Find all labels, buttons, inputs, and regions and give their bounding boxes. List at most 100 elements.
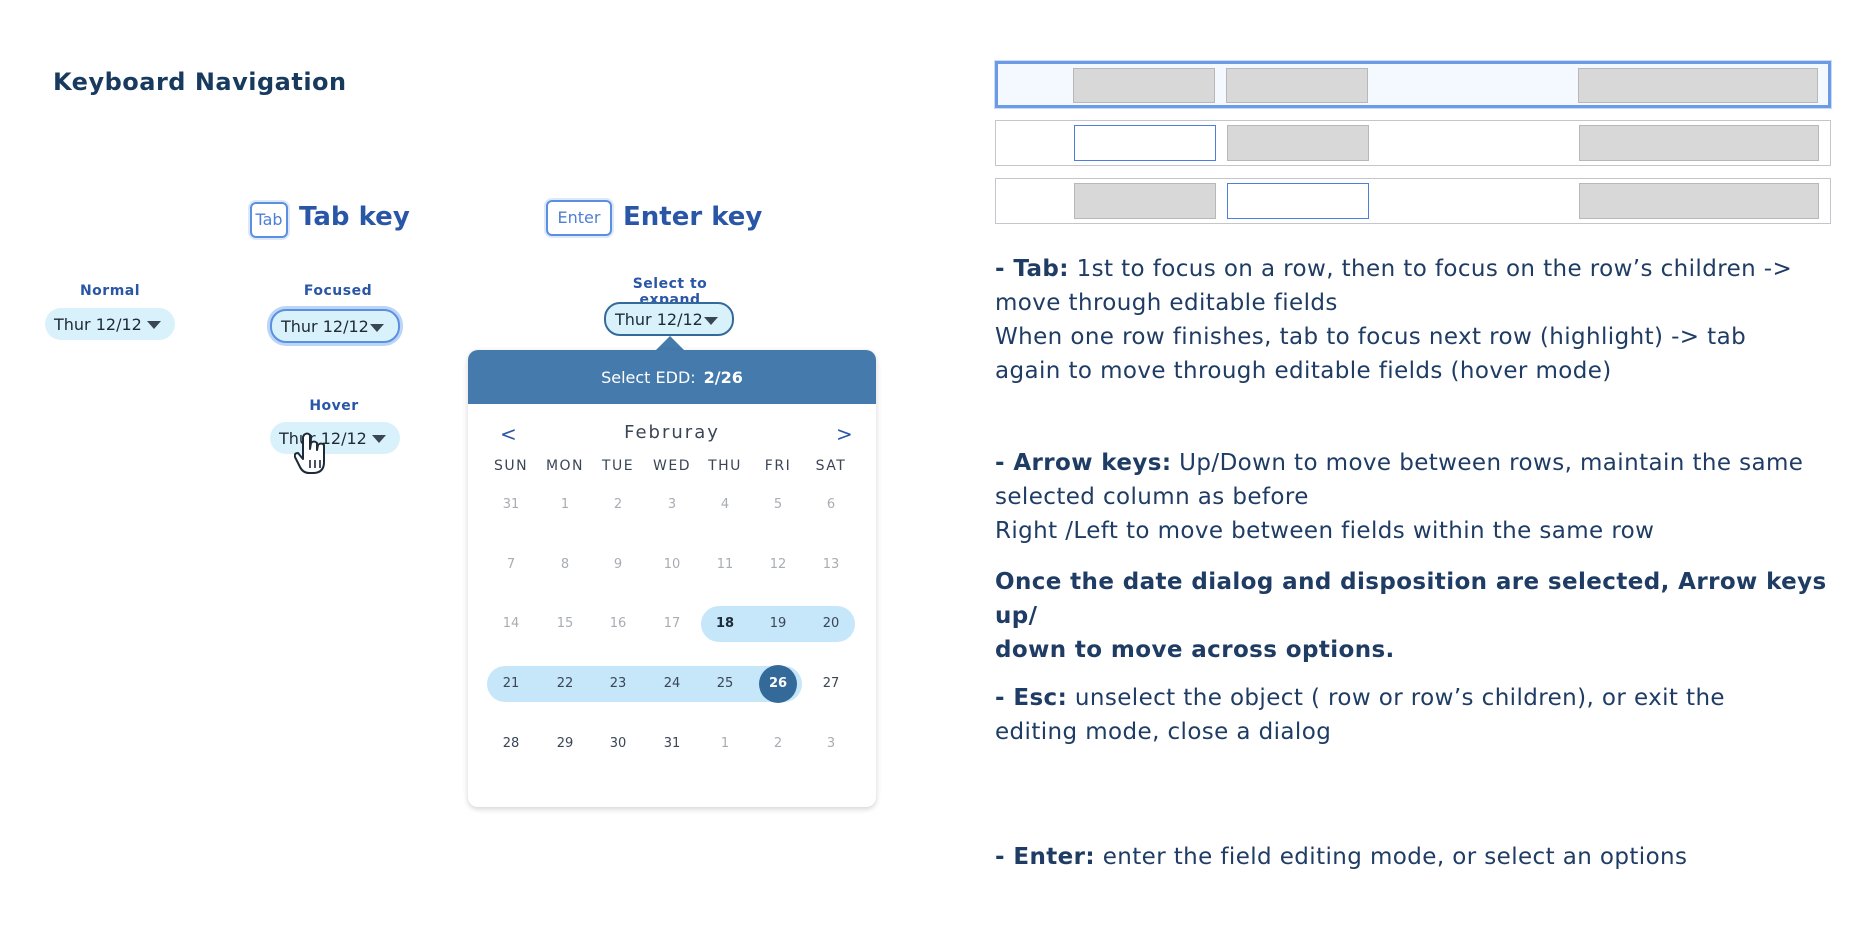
hover-state-label: Hover bbox=[309, 398, 359, 414]
tab-key-note: - Tab: 1st to focus on a row, then to fo… bbox=[995, 252, 1845, 388]
calendar-day[interactable]: 4 bbox=[706, 486, 744, 524]
note-key: - Enter: bbox=[995, 844, 1095, 870]
calendar-day[interactable]: 18 bbox=[706, 605, 744, 643]
calendar-day[interactable]: 30 bbox=[599, 725, 637, 763]
hover-date-dropdown[interactable]: Thur 12/12 bbox=[270, 422, 400, 454]
month-label: Februray bbox=[624, 422, 720, 443]
row-cell-focused[interactable] bbox=[1074, 125, 1216, 161]
calendar-day[interactable]: 16 bbox=[599, 605, 637, 643]
caret-down-icon bbox=[704, 317, 718, 325]
date-picker-dialog: Select EDD: 2/26 < Februray > SUN MON TUE W… bbox=[468, 350, 876, 807]
month-navigation: < Februray > bbox=[468, 418, 876, 448]
note-line: - Tab: 1st to focus on a row, then to fo… bbox=[995, 252, 1845, 286]
calendar-day[interactable]: 7 bbox=[492, 546, 530, 584]
note-line: selected column as before bbox=[995, 484, 1309, 510]
select-edd-value: 2/26 bbox=[703, 367, 743, 387]
calendar-day[interactable]: 31 bbox=[653, 725, 691, 763]
calendar-day[interactable]: 22 bbox=[546, 665, 584, 703]
calendar-day[interactable]: 3 bbox=[812, 725, 850, 763]
calendar-day[interactable]: 23 bbox=[599, 665, 637, 703]
note-line: Once the date dialog and disposition are… bbox=[995, 569, 1827, 629]
caret-down-icon bbox=[372, 435, 386, 443]
calendar-day[interactable]: 21 bbox=[492, 665, 530, 703]
note-key: - Arrow keys: bbox=[995, 450, 1172, 476]
enter-keycap-label: Enter bbox=[557, 208, 601, 227]
note-line: When one row finishes, tab to focus next… bbox=[995, 324, 1747, 350]
caret-down-icon bbox=[147, 321, 161, 329]
calendar-day[interactable]: 9 bbox=[599, 546, 637, 584]
focused-date-dropdown[interactable]: Thur 12/12 bbox=[270, 309, 400, 343]
dropdown-value: Thur 12/12 bbox=[615, 309, 703, 329]
calendar-day[interactable]: 8 bbox=[546, 546, 584, 584]
row-cell[interactable] bbox=[1226, 68, 1368, 103]
calendar-day[interactable]: 17 bbox=[653, 605, 691, 643]
weekday-label: MON bbox=[545, 458, 585, 474]
dropdown-value: Thur 12/12 bbox=[281, 316, 369, 336]
date-picker-header: Select EDD: 2/26 bbox=[468, 350, 876, 404]
note-line: down to move across options. bbox=[995, 637, 1395, 663]
calendar-day[interactable]: 26 bbox=[759, 665, 797, 703]
enter-key-note: - Enter: enter the field editing mode, o… bbox=[995, 840, 1845, 874]
calendar-day[interactable]: 31 bbox=[492, 486, 530, 524]
next-month-chevron-icon[interactable]: > bbox=[836, 422, 853, 446]
select-edd-label: Select EDD: bbox=[601, 367, 696, 387]
note-line: - Enter: enter the field editing mode, o… bbox=[995, 840, 1845, 874]
page-title: Keyboard Navigation bbox=[53, 68, 347, 96]
note-line: Right /Left to move between fields withi… bbox=[995, 518, 1655, 544]
calendar-day[interactable]: 6 bbox=[812, 486, 850, 524]
expand-date-dropdown[interactable]: Thur 12/12 bbox=[604, 302, 734, 336]
calendar-day[interactable]: 27 bbox=[812, 665, 850, 703]
calendar-day[interactable]: 2 bbox=[599, 486, 637, 524]
row-cell[interactable] bbox=[1578, 68, 1818, 103]
calendar-day[interactable]: 20 bbox=[812, 605, 850, 643]
table-row-focused[interactable] bbox=[995, 61, 1831, 108]
calendar-day[interactable]: 15 bbox=[546, 605, 584, 643]
calendar-day[interactable]: 11 bbox=[706, 546, 744, 584]
calendar-day[interactable]: 28 bbox=[492, 725, 530, 763]
note-line: - Esc: unselect the object ( row or row’… bbox=[995, 681, 1845, 715]
note-line: move through editable fields bbox=[995, 290, 1338, 316]
weekday-label: THU bbox=[708, 458, 742, 474]
note-text: 1st to focus on a row, then to focus on … bbox=[1068, 256, 1793, 282]
calendar-day[interactable]: 1 bbox=[706, 725, 744, 763]
calendar-day[interactable]: 3 bbox=[653, 486, 691, 524]
esc-key-note: - Esc: unselect the object ( row or row’… bbox=[995, 681, 1845, 749]
row-cell[interactable] bbox=[1074, 183, 1216, 219]
note-key: - Tab: bbox=[995, 256, 1069, 282]
focused-state-label: Focused bbox=[303, 283, 373, 299]
tab-keycap-label: Tab bbox=[255, 210, 283, 229]
note-line: again to move through editable fields (h… bbox=[995, 358, 1612, 384]
note-line: - Arrow keys: Up/Down to move between ro… bbox=[995, 446, 1845, 480]
row-cell-focused[interactable] bbox=[1227, 183, 1369, 219]
enter-keycap-icon: Enter bbox=[546, 200, 612, 236]
arrow-keys-options-note: Once the date dialog and disposition are… bbox=[995, 565, 1845, 667]
calendar-day[interactable]: 5 bbox=[759, 486, 797, 524]
note-text: Up/Down to move between rows, maintain t… bbox=[1171, 450, 1804, 476]
calendar-day[interactable]: 2 bbox=[759, 725, 797, 763]
calendar-day[interactable]: 24 bbox=[653, 665, 691, 703]
weekday-label: SUN bbox=[493, 458, 529, 474]
note-key: - Esc: bbox=[995, 685, 1068, 711]
row-cell[interactable] bbox=[1579, 125, 1819, 161]
tab-key-title: Tab key bbox=[299, 202, 410, 232]
calendar-day[interactable]: 29 bbox=[546, 725, 584, 763]
calendar-day[interactable]: 14 bbox=[492, 605, 530, 643]
calendar-day[interactable]: 12 bbox=[759, 546, 797, 584]
enter-key-title: Enter key bbox=[623, 202, 763, 232]
calendar-day[interactable]: 13 bbox=[812, 546, 850, 584]
table-row[interactable] bbox=[995, 120, 1831, 166]
weekday-label: SAT bbox=[815, 458, 847, 474]
calendar-day[interactable]: 25 bbox=[706, 665, 744, 703]
row-cell[interactable] bbox=[1579, 183, 1819, 219]
note-line: editing mode, close a dialog bbox=[995, 719, 1332, 745]
note-text: enter the field editing mode, or select … bbox=[1094, 844, 1688, 870]
table-row[interactable] bbox=[995, 178, 1831, 224]
dropdown-value: Thur 12/12 bbox=[54, 314, 142, 334]
weekday-label: WED bbox=[653, 458, 691, 474]
calendar-day[interactable]: 19 bbox=[759, 605, 797, 643]
calendar-day[interactable]: 1 bbox=[546, 486, 584, 524]
row-cell[interactable] bbox=[1073, 68, 1215, 103]
normal-date-dropdown[interactable]: Thur 12/12 bbox=[45, 308, 175, 340]
row-cell[interactable] bbox=[1227, 125, 1369, 161]
calendar-day[interactable]: 10 bbox=[653, 546, 691, 584]
